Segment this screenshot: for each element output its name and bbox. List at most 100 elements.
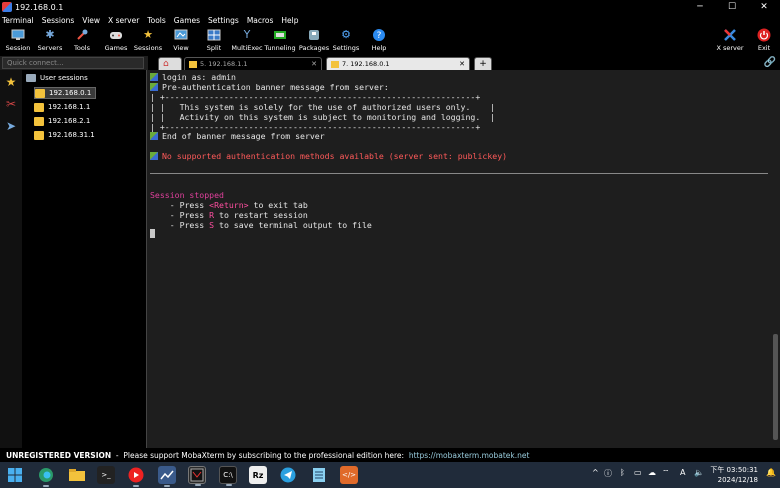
system-clock[interactable]: 下午 03:50:31 2024/12/18 [710, 465, 758, 485]
attachment-icon[interactable]: 🔗 [764, 57, 776, 68]
mobaxterm-taskbar-icon[interactable] [188, 466, 206, 486]
option-text: to save terminal output to file [214, 220, 372, 230]
clock-date: 2024/12/18 [717, 476, 758, 484]
info-icon [150, 73, 158, 81]
menu-x-server[interactable]: X server [108, 16, 139, 25]
close-tab-icon[interactable]: ✕ [459, 60, 465, 68]
user-sessions-folder[interactable]: User sessions [26, 74, 88, 82]
edge-browser-icon[interactable] [37, 466, 55, 487]
close-window-button[interactable]: ✕ [748, 0, 780, 14]
status-message: - Please support MobaXterm by subscribin… [111, 450, 409, 460]
chart-app-icon[interactable] [158, 466, 176, 487]
tunneling-button[interactable]: Tunneling [262, 26, 298, 56]
mobatek-link[interactable]: https://mobaxterm.mobatek.net [409, 451, 530, 460]
multiexec-button[interactable]: Y MultiExec [229, 26, 265, 56]
menu-tools[interactable]: Tools [147, 16, 165, 25]
close-tab-icon[interactable]: ✕ [311, 60, 317, 68]
menu-macros[interactable]: Macros [247, 16, 274, 25]
notepad-icon[interactable] [310, 466, 328, 484]
session-item[interactable]: 192.168.31.1 [34, 129, 99, 141]
windows-taskbar: >_ C:\ Rz </> ^ ⓘ ᛒ ▭ ☁ ⌔ A 🔈 下午 03:50:3… [0, 462, 780, 488]
telegram-icon[interactable] [279, 466, 297, 484]
sessions-button[interactable]: ★ Sessions [130, 26, 166, 56]
terminal-line: Pre-authentication banner message from s… [150, 82, 389, 92]
volume-icon[interactable]: 🔈 [694, 468, 704, 477]
games-icon [109, 28, 123, 42]
send-icon[interactable]: ➤ [1, 116, 21, 136]
folder-icon [26, 74, 36, 82]
terminal-scrollbar[interactable] [770, 70, 780, 448]
wifi-icon[interactable]: ⌔ [662, 468, 670, 478]
plus-icon: + [479, 59, 487, 69]
exit-button[interactable]: Exit [746, 26, 780, 56]
menu-games[interactable]: Games [174, 16, 200, 25]
home-tab[interactable]: ⌂ [158, 57, 182, 70]
terminal-app-icon[interactable]: >_ [97, 466, 115, 484]
code-editor-icon[interactable]: </> [340, 466, 358, 484]
tools-sidebar-icon[interactable]: ✂ [1, 94, 21, 114]
folder-label: User sessions [40, 74, 88, 82]
session-item[interactable]: 192.168.1.1 [34, 101, 94, 113]
menu-terminal[interactable]: Terminal [2, 16, 34, 25]
tab-label: 7. 192.168.0.1 [342, 60, 390, 68]
view-button[interactable]: View [163, 26, 199, 56]
home-icon: ⌂ [163, 59, 169, 69]
settings-button[interactable]: ⚙ Settings [328, 26, 364, 56]
split-button[interactable]: Split [196, 26, 232, 56]
show-hidden-icons-chevron-icon[interactable]: ^ [592, 468, 599, 477]
svg-text:?: ? [377, 31, 382, 41]
packages-button[interactable]: Packages [296, 26, 332, 56]
session-tree: User sessions 192.168.0.1 192.168.1.1 19… [22, 70, 147, 448]
help-icon: ? [372, 28, 386, 42]
bluetooth-icon[interactable]: ᛒ [620, 468, 625, 477]
terminal-line: - Press <Return> to exit tab [150, 200, 308, 210]
session-item[interactable]: 192.168.2.1 [34, 115, 94, 127]
servers-icon: ✱ [45, 28, 55, 41]
quick-connect-input[interactable]: Quick connect... [2, 57, 144, 69]
cmd-glyph: C:\ [223, 471, 233, 479]
minimize-button[interactable]: ─ [684, 0, 716, 14]
cloud-icon[interactable]: ☁ [648, 468, 656, 477]
games-button[interactable]: Games [98, 26, 134, 56]
info-icon [150, 132, 158, 140]
tools-button[interactable]: Tools [64, 26, 100, 56]
packages-icon [307, 28, 321, 42]
battery-icon[interactable]: ▭ [634, 468, 642, 477]
tools-icon [75, 28, 89, 42]
x-server-button[interactable]: X server [712, 26, 748, 56]
file-explorer-icon[interactable] [68, 466, 86, 484]
banner-border-top: | +-------------------------------------… [150, 92, 481, 102]
option-text: - Press [150, 210, 210, 220]
new-tab-button[interactable]: + [474, 57, 492, 70]
prompt-glyph: >_ [101, 471, 111, 479]
sessions-star-icon[interactable]: ★ [1, 72, 21, 92]
session-button[interactable]: Session [0, 26, 36, 56]
menu-help[interactable]: Help [281, 16, 298, 25]
windows-start-icon[interactable] [6, 466, 24, 484]
youtube-music-icon[interactable] [127, 466, 145, 487]
ssh-key-icon [34, 116, 44, 126]
tab-192-168-0-1[interactable]: 7. 192.168.0.1 ✕ [326, 57, 470, 70]
winrar-icon[interactable]: Rz [249, 466, 267, 484]
terminal-line: - Press R to restart session [150, 210, 308, 220]
help-button[interactable]: ? Help [361, 26, 397, 56]
session-item[interactable]: 192.168.0.1 [34, 87, 97, 99]
ssh-key-icon [34, 130, 44, 140]
session-label: 192.168.2.1 [48, 117, 91, 125]
title-bar: 192.168.0.1 ─ ☐ ✕ [0, 0, 780, 14]
menu-settings[interactable]: Settings [208, 16, 239, 25]
terminal-output[interactable]: login as: admin Pre-authentication banne… [148, 70, 770, 448]
menu-view[interactable]: View [82, 16, 100, 25]
maximize-button[interactable]: ☐ [716, 0, 748, 14]
command-prompt-icon[interactable]: C:\ [219, 466, 237, 486]
end-banner-line: End of banner message from server [162, 131, 325, 141]
input-language-indicator[interactable]: A [680, 468, 685, 477]
tab-192-168-1-1[interactable]: 5. 192.168.1.1 ✕ [184, 57, 322, 70]
menu-sessions[interactable]: Sessions [42, 16, 75, 25]
monitor-icon [11, 28, 25, 42]
info-circle-icon[interactable]: ⓘ [604, 468, 612, 479]
login-line: login as: admin [162, 72, 236, 82]
scrollbar-thumb[interactable] [773, 334, 778, 440]
servers-button[interactable]: ✱ Servers [32, 26, 68, 56]
notifications-bell-icon[interactable]: 🔔 [766, 468, 776, 477]
